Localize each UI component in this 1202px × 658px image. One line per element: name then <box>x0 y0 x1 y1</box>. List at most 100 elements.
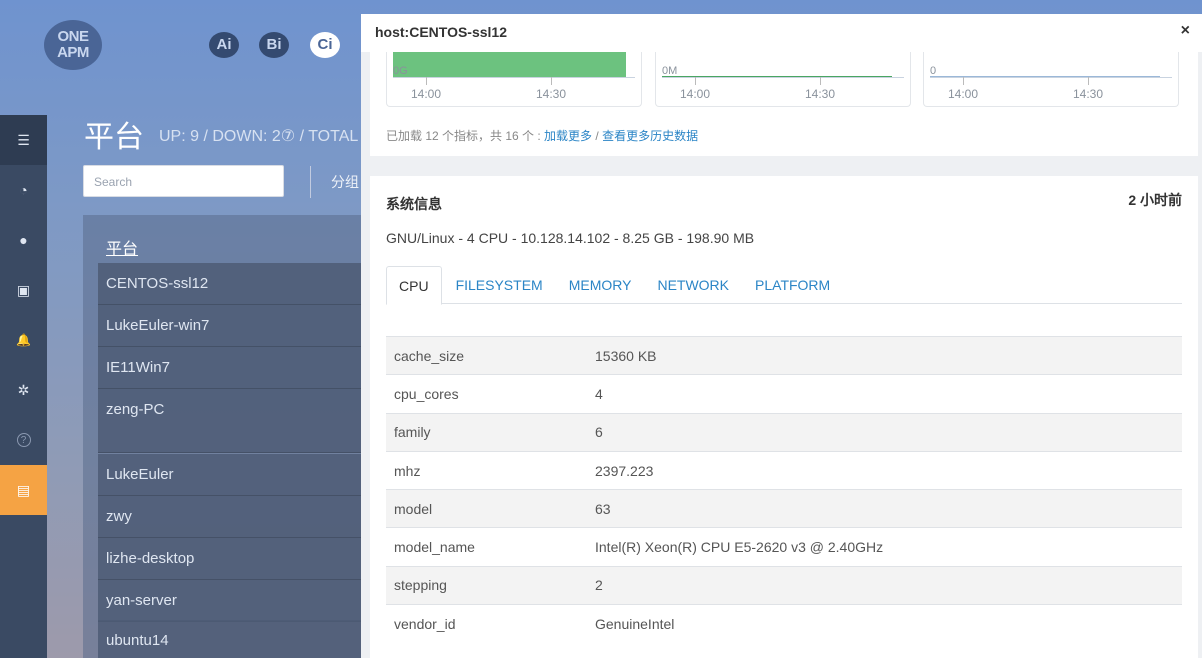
table-row: cpu_cores 4 <box>386 374 1182 413</box>
host-row[interactable]: yan-server <box>98 580 363 622</box>
chart-time-label: 14:30 <box>805 87 836 101</box>
system-summary: GNU/Linux - 4 CPU - 10.128.14.102 - 8.25… <box>386 230 755 246</box>
prop-value: 15360 KB <box>595 347 657 364</box>
oneapm-logo[interactable]: ONE APM <box>44 20 102 70</box>
prop-key: mhz <box>394 462 421 479</box>
table-row: model 63 <box>386 489 1182 528</box>
chart-time-label: 14:30 <box>536 87 567 101</box>
prop-value: 2 <box>595 577 603 594</box>
gear-icon: ✲ <box>17 381 30 398</box>
chart-y-label: 0 <box>930 65 937 77</box>
nav-help[interactable]: ? <box>0 415 47 465</box>
host-list-panel: 平台 CENTOS-ssl12 LukeEuler-win7 IE11Win7 … <box>83 215 363 658</box>
chart-tick <box>551 77 552 85</box>
circle-icon: ● <box>19 232 28 248</box>
chart-baseline <box>393 77 635 78</box>
chart-time-label: 14:00 <box>680 87 711 101</box>
group-label[interactable]: 分组 <box>331 172 359 192</box>
list-icon: ▤ <box>16 481 31 498</box>
view-history-link[interactable]: 查看更多历史数据 <box>602 129 698 143</box>
metrics-card: 0G 14:00 14:30 0M 14:00 14:30 0 14:00 14… <box>370 52 1198 156</box>
chart-fill <box>393 52 626 77</box>
host-row[interactable]: CENTOS-ssl12 <box>98 263 363 305</box>
logo-line1: ONE <box>57 28 89 45</box>
chart-tick <box>1088 77 1089 85</box>
help-icon: ? <box>16 433 31 447</box>
chart-tick <box>820 77 821 85</box>
chart-tick <box>963 77 964 85</box>
search-input[interactable]: Search <box>83 165 284 197</box>
system-tabs: CPU FILESYSTEM MEMORY NETWORK PLATFORM <box>386 266 1182 305</box>
prop-key: vendor_id <box>394 615 456 632</box>
chart-time-label: 14:30 <box>1073 87 1104 101</box>
system-info-card: 系统信息 2 小时前 GNU/Linux - 4 CPU - 10.128.14… <box>370 176 1198 658</box>
prop-key: model_name <box>394 539 475 556</box>
page-title: 平台 <box>84 120 144 155</box>
tab-network[interactable]: NETWORK <box>645 266 741 303</box>
prop-key: cache_size <box>394 347 465 364</box>
table-row: vendor_id GenuineIntel <box>386 604 1182 643</box>
nav-archive[interactable]: ▣ <box>0 265 47 315</box>
modal-header: host:CENTOS-ssl12 × <box>361 14 1202 52</box>
chart-time-label: 14:00 <box>411 87 442 101</box>
tab-memory[interactable]: MEMORY <box>557 266 644 303</box>
host-row[interactable]: LukeEuler <box>98 454 363 496</box>
prop-key: family <box>394 424 431 441</box>
system-info-title: 系统信息 <box>386 196 442 212</box>
chart-baseline <box>662 77 904 78</box>
prop-key: cpu_cores <box>394 385 459 402</box>
chart-y-label: 0G <box>393 65 408 77</box>
close-icon[interactable]: × <box>1181 22 1190 40</box>
cpu-properties-table: cache_size 15360 KB cpu_cores 4 family 6 mh… <box>386 336 1182 643</box>
metrics-count-text: 已加载 12 个指标，共 16 个 : <box>386 129 545 143</box>
divider <box>310 166 311 198</box>
prop-value: Intel(R) Xeon(R) CPU E5-2620 v3 @ 2.40GH… <box>595 539 884 556</box>
nav-circle[interactable]: ● <box>0 215 47 265</box>
nav-settings[interactable]: ✲ <box>0 365 47 415</box>
host-row[interactable]: lizhe-desktop <box>98 538 363 580</box>
nav-list[interactable]: ▤ <box>0 465 47 515</box>
link-separator: / <box>592 129 603 143</box>
metric-chart-2: 0M 14:00 14:30 <box>655 52 911 107</box>
archive-icon: ▣ <box>16 281 31 298</box>
ai-app-icon[interactable]: Ai <box>209 32 239 58</box>
metric-chart-3: 0 14:00 14:30 <box>923 52 1179 107</box>
servers-icon: ☰ <box>17 131 30 148</box>
table-row: cache_size 15360 KB <box>386 336 1182 375</box>
nav-servers[interactable]: ☰ <box>0 115 47 165</box>
prop-value: 2397.223 <box>595 462 654 479</box>
host-row[interactable]: IE11Win7 <box>98 347 363 389</box>
host-row[interactable]: ubuntu14 <box>98 620 363 658</box>
chart-tick <box>426 77 427 85</box>
ci-app-icon[interactable]: Ci <box>310 32 340 58</box>
logo-line2: APM <box>57 44 89 61</box>
system-info-updated: 2 小时前 <box>1128 192 1182 208</box>
table-row: family 6 <box>386 413 1182 452</box>
host-row[interactable]: zeng-PC <box>98 389 363 453</box>
chart-time-label: 14:00 <box>948 87 979 101</box>
left-nav: ☰ ◔ ● ▣ 🔔 ✲ ? ▤ <box>0 115 47 658</box>
bell-icon: 🔔 <box>16 333 31 347</box>
page-status-summary: UP: 9 / DOWN: 2⑦ / TOTAL <box>159 128 359 145</box>
prop-value: 6 <box>595 424 603 441</box>
metrics-note: 已加载 12 个指标，共 16 个 : 加载更多 / 查看更多历史数据 <box>386 127 698 144</box>
prop-key: stepping <box>394 577 447 594</box>
host-list-header[interactable]: 平台 <box>106 235 138 259</box>
table-row: model_name Intel(R) Xeon(R) CPU E5-2620 v… <box>386 527 1182 566</box>
table-row: stepping 2 <box>386 566 1182 605</box>
nav-alerts[interactable]: 🔔 <box>0 315 47 365</box>
bi-app-icon[interactable]: Bi <box>259 32 289 58</box>
tab-filesystem[interactable]: FILESYSTEM <box>444 266 555 303</box>
dashboard-icon: ◔ <box>19 182 28 198</box>
nav-dashboard[interactable]: ◔ <box>0 165 47 215</box>
chart-tick <box>695 77 696 85</box>
prop-value: 63 <box>595 500 611 517</box>
load-more-link[interactable]: 加载更多 <box>544 129 592 143</box>
host-detail-modal: host:CENTOS-ssl12 × 0G 14:00 14:30 0M 14… <box>361 14 1202 658</box>
tab-cpu[interactable]: CPU <box>386 266 442 305</box>
host-row[interactable]: zwy <box>98 496 363 538</box>
tab-platform[interactable]: PLATFORM <box>743 266 842 303</box>
chart-baseline <box>930 77 1172 78</box>
metric-chart-1: 0G 14:00 14:30 <box>386 52 642 107</box>
host-row[interactable]: LukeEuler-win7 <box>98 305 363 347</box>
